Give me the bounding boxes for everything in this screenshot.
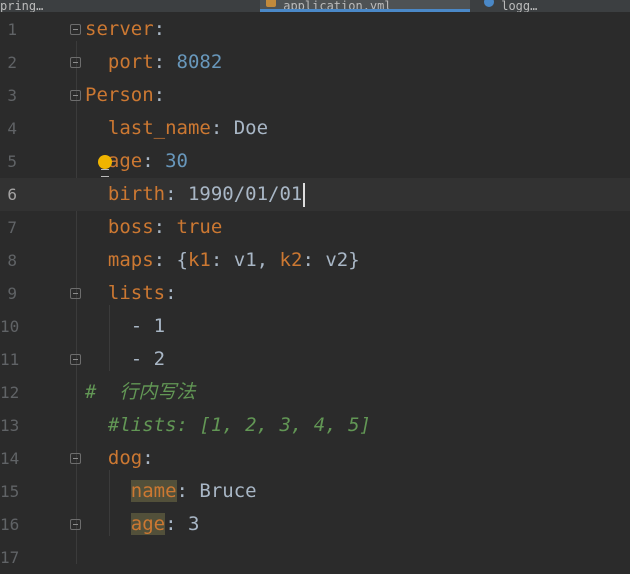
code-line[interactable]: 11 - 2 — [0, 343, 630, 376]
line-number: 9 — [7, 284, 17, 303]
line-number: 16 — [0, 515, 20, 534]
code-text: #lists: [1, 2, 3, 4, 5] — [85, 409, 371, 442]
code-text: port: 8082 — [107, 51, 223, 73]
code-line[interactable]: 5 age: 30 — [0, 145, 630, 178]
tab-spring[interactable]: pring… — [0, 0, 258, 12]
active-tab-indicator — [260, 9, 470, 12]
line-number: 7 — [7, 218, 17, 237]
highlighted-key: age — [130, 513, 166, 535]
fold-end-icon[interactable] — [70, 354, 81, 365]
line-number: 4 — [7, 119, 17, 138]
code-line[interactable]: 10 - 1 — [0, 310, 630, 343]
code-text: - 2 — [85, 348, 166, 370]
code-text: boss: true — [107, 216, 223, 238]
code-editor[interactable]: 1 server: 2 port: 8082 3 Person: 4 last_… — [0, 13, 630, 567]
code-text: Person: — [85, 84, 166, 106]
code-text: name: Bruce — [130, 480, 257, 502]
code-line-current[interactable]: 6 birth: 1990/01/01 — [0, 178, 630, 211]
code-line[interactable]: 15 name: Bruce — [0, 475, 630, 508]
line-number: 3 — [7, 86, 17, 105]
fold-toggle-icon[interactable] — [70, 24, 81, 35]
line-number: 8 — [7, 251, 17, 270]
line-number: 17 — [0, 548, 20, 567]
code-text: last_name: Doe — [107, 117, 269, 139]
line-number: 14 — [0, 449, 20, 468]
line-number: 6 — [7, 185, 17, 204]
line-number: 12 — [0, 383, 20, 402]
code-text: age: 3 — [130, 513, 200, 535]
text-caret — [303, 182, 306, 207]
code-line[interactable]: 3 Person: — [0, 79, 630, 112]
code-text: maps: {k1: v1, k2: v2} — [107, 249, 360, 271]
fold-toggle-icon[interactable] — [70, 90, 81, 101]
line-number: 10 — [0, 317, 20, 336]
code-text: birth: 1990/01/01 — [85, 178, 306, 211]
code-line[interactable]: 16 age: 3 — [0, 508, 630, 541]
code-text: lists: — [107, 282, 177, 304]
code-text: # 行内写法 — [85, 376, 195, 409]
line-number: 13 — [0, 416, 20, 435]
code-text: server: — [85, 18, 166, 40]
tab-logback-label: logg… — [501, 0, 538, 12]
fold-end-icon[interactable] — [70, 57, 81, 68]
fold-end-icon[interactable] — [70, 519, 81, 530]
code-line[interactable]: 8 maps: {k1: v1, k2: v2} — [0, 244, 630, 277]
line-number: 2 — [7, 53, 17, 72]
comment-text: # 行内写法 — [85, 381, 196, 403]
highlighted-key: name — [130, 480, 177, 502]
code-line[interactable]: 12 # 行内写法 — [0, 376, 630, 409]
editor-tab-bar: pring… application.yml logg… — [0, 0, 630, 12]
yaml-file-icon — [266, 0, 276, 7]
fold-toggle-icon[interactable] — [70, 288, 81, 299]
line-number: 5 — [7, 152, 17, 171]
code-line[interactable]: 14 dog: — [0, 442, 630, 475]
line-number: 11 — [0, 350, 20, 369]
code-line[interactable]: 13 #lists: [1, 2, 3, 4, 5] — [0, 409, 630, 442]
tab-logback[interactable]: logg… — [478, 0, 630, 12]
code-line[interactable]: 9 lists: — [0, 277, 630, 310]
tab-spring-label: pring… — [0, 0, 44, 12]
lightbulb-icon[interactable] — [98, 155, 112, 169]
code-text: - 1 — [85, 315, 166, 337]
line-number: 15 — [0, 482, 20, 501]
fold-toggle-icon[interactable] — [70, 453, 81, 464]
comment-text: #lists: [1, 2, 3, 4, 5] — [107, 414, 371, 436]
line-number: 1 — [7, 20, 17, 39]
code-text: dog: — [107, 447, 154, 469]
code-line[interactable]: 17 — [0, 541, 630, 574]
lightbulb-base-icon — [101, 169, 109, 177]
xml-file-icon — [484, 0, 494, 7]
code-line[interactable]: 7 boss: true — [0, 211, 630, 244]
code-line[interactable]: 4 last_name: Doe — [0, 112, 630, 145]
code-line[interactable]: 1 server: — [0, 13, 630, 46]
code-line[interactable]: 2 port: 8082 — [0, 46, 630, 79]
